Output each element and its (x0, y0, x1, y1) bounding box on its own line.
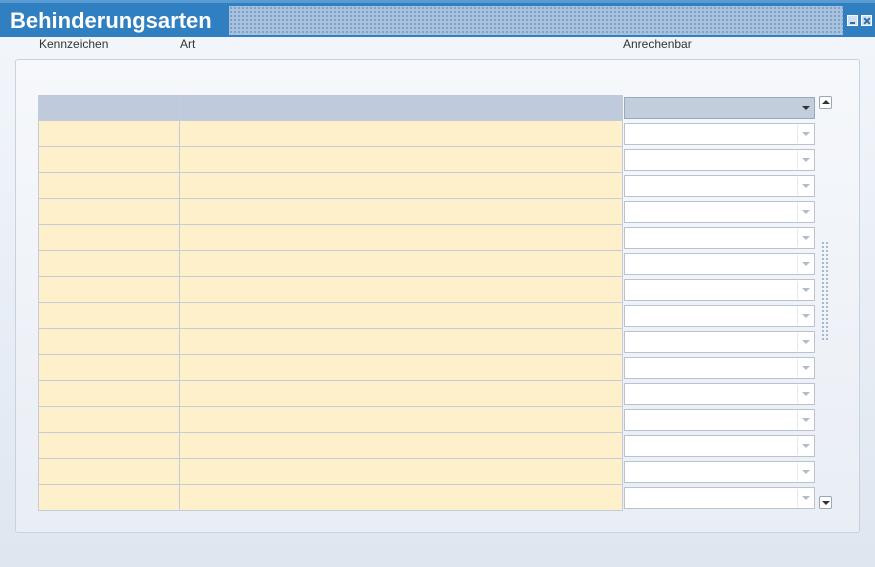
cell-kennzeichen[interactable] (38, 485, 180, 511)
anrechenbar-dropdown[interactable] (624, 227, 815, 249)
chevron-down-icon[interactable] (797, 333, 813, 351)
cell-art[interactable] (180, 485, 623, 511)
table-row[interactable] (38, 459, 817, 485)
close-icon[interactable] (861, 15, 872, 26)
anrechenbar-dropdown[interactable] (624, 409, 815, 431)
column-header-art: Art (180, 37, 196, 51)
vertical-scrollbar[interactable] (818, 95, 833, 511)
chevron-down-icon[interactable] (797, 359, 813, 377)
anrechenbar-dropdown[interactable] (624, 435, 815, 457)
chevron-down-icon[interactable] (797, 411, 813, 429)
anrechenbar-dropdown[interactable] (624, 97, 815, 119)
arrow-up-icon[interactable] (819, 96, 832, 109)
cell-kennzeichen[interactable] (38, 199, 180, 225)
chevron-down-icon[interactable] (797, 489, 813, 507)
cell-art[interactable] (180, 95, 623, 121)
table-row[interactable] (38, 329, 817, 355)
chevron-down-icon[interactable] (797, 385, 813, 403)
cell-art[interactable] (180, 225, 623, 251)
column-header-kennzeichen: Kennzeichen (39, 37, 109, 51)
cell-kennzeichen[interactable] (38, 355, 180, 381)
table-row[interactable] (38, 433, 817, 459)
chevron-down-icon[interactable] (797, 151, 813, 169)
table-row[interactable] (38, 173, 817, 199)
cell-kennzeichen[interactable] (38, 95, 180, 121)
anrechenbar-dropdown[interactable] (624, 357, 815, 379)
chevron-down-icon[interactable] (797, 125, 813, 143)
anrechenbar-dropdown[interactable] (624, 331, 815, 353)
table-row[interactable] (38, 225, 817, 251)
table-row[interactable] (38, 303, 817, 329)
cell-kennzeichen[interactable] (38, 225, 180, 251)
table-row[interactable] (38, 199, 817, 225)
cell-art[interactable] (180, 147, 623, 173)
cell-kennzeichen[interactable] (38, 381, 180, 407)
chevron-down-icon[interactable] (797, 177, 813, 195)
chevron-down-icon[interactable] (797, 203, 813, 221)
cell-art[interactable] (180, 355, 623, 381)
cell-art[interactable] (180, 277, 623, 303)
table-row[interactable] (38, 407, 817, 433)
cell-art[interactable] (180, 303, 623, 329)
chevron-down-icon[interactable] (797, 281, 813, 299)
chevron-down-icon[interactable] (797, 99, 813, 117)
table-row[interactable] (38, 251, 817, 277)
anrechenbar-dropdown[interactable] (624, 305, 815, 327)
chevron-down-icon[interactable] (797, 437, 813, 455)
anrechenbar-dropdown[interactable] (624, 253, 815, 275)
table-row[interactable] (38, 355, 817, 381)
column-header-anrechenbar: Anrechenbar (623, 37, 692, 51)
cell-art[interactable] (180, 407, 623, 433)
chevron-down-icon[interactable] (797, 307, 813, 325)
titlebar-drag-grip[interactable] (229, 6, 843, 35)
anrechenbar-dropdown[interactable] (624, 461, 815, 483)
cell-kennzeichen[interactable] (38, 251, 180, 277)
chevron-down-icon[interactable] (797, 229, 813, 247)
minimize-icon[interactable] (847, 15, 858, 26)
cell-kennzeichen[interactable] (38, 277, 180, 303)
cell-kennzeichen[interactable] (38, 121, 180, 147)
anrechenbar-dropdown[interactable] (624, 123, 815, 145)
window-titlebar[interactable]: Behinderungsarten (0, 0, 875, 37)
table-row[interactable] (38, 277, 817, 303)
cell-kennzeichen[interactable] (38, 303, 180, 329)
table-row[interactable] (38, 381, 817, 407)
cell-kennzeichen[interactable] (38, 459, 180, 485)
cell-art[interactable] (180, 329, 623, 355)
cell-art[interactable] (180, 199, 623, 225)
cell-art[interactable] (180, 433, 623, 459)
cell-art[interactable] (180, 459, 623, 485)
anrechenbar-dropdown[interactable] (624, 487, 815, 509)
cell-kennzeichen[interactable] (38, 407, 180, 433)
scrollbar-thumb[interactable] (821, 241, 830, 341)
cell-art[interactable] (180, 173, 623, 199)
window-title: Behinderungsarten (10, 8, 212, 33)
cell-kennzeichen[interactable] (38, 147, 180, 173)
anrechenbar-dropdown[interactable] (624, 383, 815, 405)
arrow-down-icon[interactable] (819, 496, 832, 509)
cell-art[interactable] (180, 381, 623, 407)
cell-kennzeichen[interactable] (38, 433, 180, 459)
table-row[interactable] (38, 147, 817, 173)
chevron-down-icon[interactable] (797, 463, 813, 481)
cell-kennzeichen[interactable] (38, 329, 180, 355)
table-row[interactable] (38, 485, 817, 511)
table-row[interactable] (38, 95, 817, 121)
anrechenbar-dropdown[interactable] (624, 149, 815, 171)
cell-art[interactable] (180, 251, 623, 277)
anrechenbar-dropdown[interactable] (624, 279, 815, 301)
table-row[interactable] (38, 121, 817, 147)
anrechenbar-dropdown[interactable] (624, 201, 815, 223)
cell-kennzeichen[interactable] (38, 173, 180, 199)
cell-art[interactable] (180, 121, 623, 147)
chevron-down-icon[interactable] (797, 255, 813, 273)
anrechenbar-dropdown[interactable] (624, 175, 815, 197)
